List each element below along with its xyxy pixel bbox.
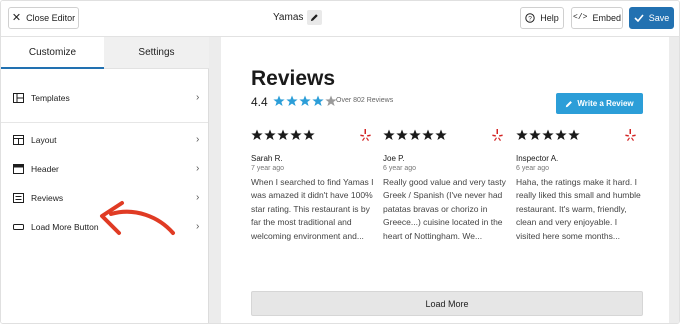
average-rating: 4.4 <box>251 95 268 109</box>
star-icon <box>568 129 580 141</box>
embed-label: Embed <box>592 13 621 23</box>
tab-customize[interactable]: Customize <box>1 37 104 69</box>
review-date: 6 year ago <box>516 165 550 172</box>
sidebar-item-templates[interactable]: Templates › <box>1 87 208 109</box>
save-button[interactable]: Save <box>629 7 674 29</box>
write-review-label: Write a Review <box>577 99 634 108</box>
sidebar-item-label: Reviews <box>31 193 64 203</box>
page-title: Yamas <box>273 12 304 23</box>
sidebar-item-layout[interactable]: Layout › <box>1 129 208 151</box>
review-text: Haha, the ratings make it hard. I really… <box>516 177 641 241</box>
review-text: Really good value and very tasty Greek /… <box>383 177 506 241</box>
star-icon <box>435 129 447 141</box>
chevron-right-icon: › <box>196 221 200 232</box>
star-icon <box>286 95 298 107</box>
reviews-preview: Reviews 4.4 Over 802 Reviews Write a Rev… <box>221 37 669 323</box>
edit-title-button[interactable] <box>307 10 322 25</box>
close-editor-button[interactable]: ✕ Close Editor <box>8 7 79 29</box>
review-stars <box>251 129 315 141</box>
save-label: Save <box>648 13 670 23</box>
sidebar-item-header[interactable]: Header › <box>1 158 208 180</box>
reviews-icon <box>13 193 24 203</box>
tab-customize-label: Customize <box>28 46 77 58</box>
star-icon <box>303 129 315 141</box>
review-count: Over 802 Reviews <box>336 97 394 104</box>
editor-window: ✕ Close Editor Yamas ? Help </> Embed Sa… <box>0 0 680 324</box>
chevron-right-icon: › <box>196 163 200 174</box>
button-icon <box>13 224 24 230</box>
star-icon <box>409 129 421 141</box>
templates-icon <box>13 93 24 103</box>
star-icon <box>264 129 276 141</box>
star-icon <box>422 129 434 141</box>
code-icon: </> <box>573 13 588 22</box>
close-editor-label: Close Editor <box>26 13 76 23</box>
star-icon <box>290 129 302 141</box>
pencil-icon <box>310 14 318 22</box>
review-text: When I searched to find Yamas I was amaz… <box>251 177 374 241</box>
chevron-right-icon: › <box>196 92 200 103</box>
review-stars <box>516 129 580 141</box>
close-icon: ✕ <box>11 11 22 24</box>
embed-button[interactable]: </> Embed <box>571 7 623 29</box>
star-icon <box>312 95 324 107</box>
star-icon <box>542 129 554 141</box>
load-more-label: Load More <box>425 298 469 309</box>
top-bar: ✕ Close Editor Yamas ? Help </> Embed Sa… <box>1 1 679 37</box>
yelp-icon <box>492 129 503 141</box>
yelp-icon <box>625 129 636 141</box>
star-icon <box>299 95 311 107</box>
review-date: 6 year ago <box>383 165 417 172</box>
reviewer-name: Inspector A. <box>516 154 559 163</box>
star-icon <box>273 95 285 107</box>
rating-stars <box>273 95 337 107</box>
star-icon <box>396 129 408 141</box>
layout-icon <box>13 135 24 145</box>
reviewer-name: Sarah R. <box>251 154 283 163</box>
reviewer-name: Joe P. <box>383 154 405 163</box>
sidebar-item-load-more-button[interactable]: Load More Button › <box>1 216 208 238</box>
sidebar: Customize Settings Templates › Layout › … <box>1 37 209 323</box>
star-icon <box>529 129 541 141</box>
sidebar-item-label: Load More Button <box>31 222 99 232</box>
sidebar-item-label: Layout <box>31 135 57 145</box>
header-icon <box>13 164 24 174</box>
yelp-icon <box>360 129 371 141</box>
preview-gutter-left <box>209 37 221 323</box>
help-label: Help <box>540 13 559 23</box>
help-button[interactable]: ? Help <box>520 7 564 29</box>
chevron-right-icon: › <box>196 134 200 145</box>
write-review-button[interactable]: Write a Review <box>556 93 643 114</box>
star-icon <box>251 129 263 141</box>
sidebar-item-label: Header <box>31 164 59 174</box>
tab-settings-label: Settings <box>138 47 175 58</box>
sidebar-item-reviews[interactable]: Reviews › <box>1 187 208 209</box>
review-date: 7 year ago <box>251 165 285 172</box>
sidebar-item-label: Templates <box>31 93 70 103</box>
preview-gutter-right <box>669 37 679 323</box>
sidebar-divider <box>1 122 208 123</box>
review-stars <box>383 129 447 141</box>
star-icon <box>277 129 289 141</box>
tab-settings[interactable]: Settings <box>104 37 209 69</box>
pencil-icon <box>566 100 573 107</box>
chevron-right-icon: › <box>196 192 200 203</box>
star-icon <box>555 129 567 141</box>
help-icon: ? <box>525 13 535 23</box>
load-more-button[interactable]: Load More <box>251 291 643 316</box>
svg-text:?: ? <box>528 15 532 22</box>
star-icon <box>383 129 395 141</box>
checkmark-icon <box>634 14 644 22</box>
star-icon <box>516 129 528 141</box>
reviews-heading: Reviews <box>251 67 336 90</box>
